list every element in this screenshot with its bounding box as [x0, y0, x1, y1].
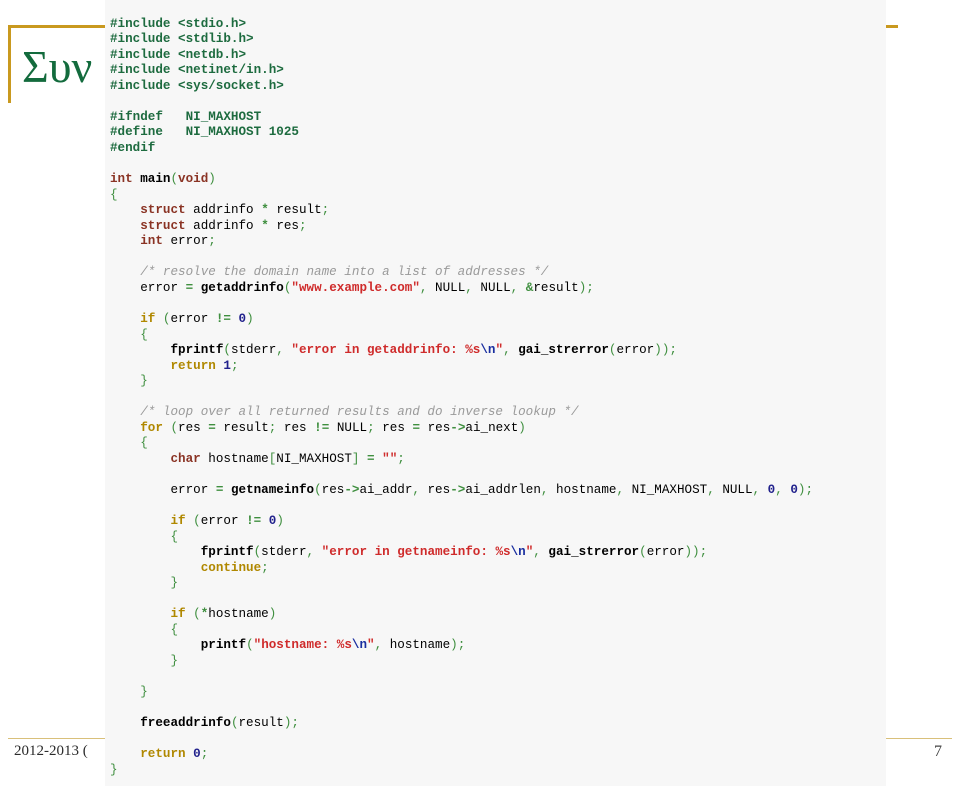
footer-course-label: 2012-2013 ( — [14, 743, 88, 759]
presentation-slide: Συν 2012-2013 ( 7 #include <stdio.h> #inc… — [0, 0, 960, 786]
title-accent-rule-left — [8, 25, 11, 103]
slide-page-number: 7 — [934, 743, 942, 760]
slide-title: Συν — [22, 41, 93, 92]
code-listing-panel: #include <stdio.h> #include <stdlib.h> #in… — [105, 0, 886, 786]
source-code-listing: #include <stdio.h> #include <stdlib.h> #in… — [110, 16, 814, 777]
